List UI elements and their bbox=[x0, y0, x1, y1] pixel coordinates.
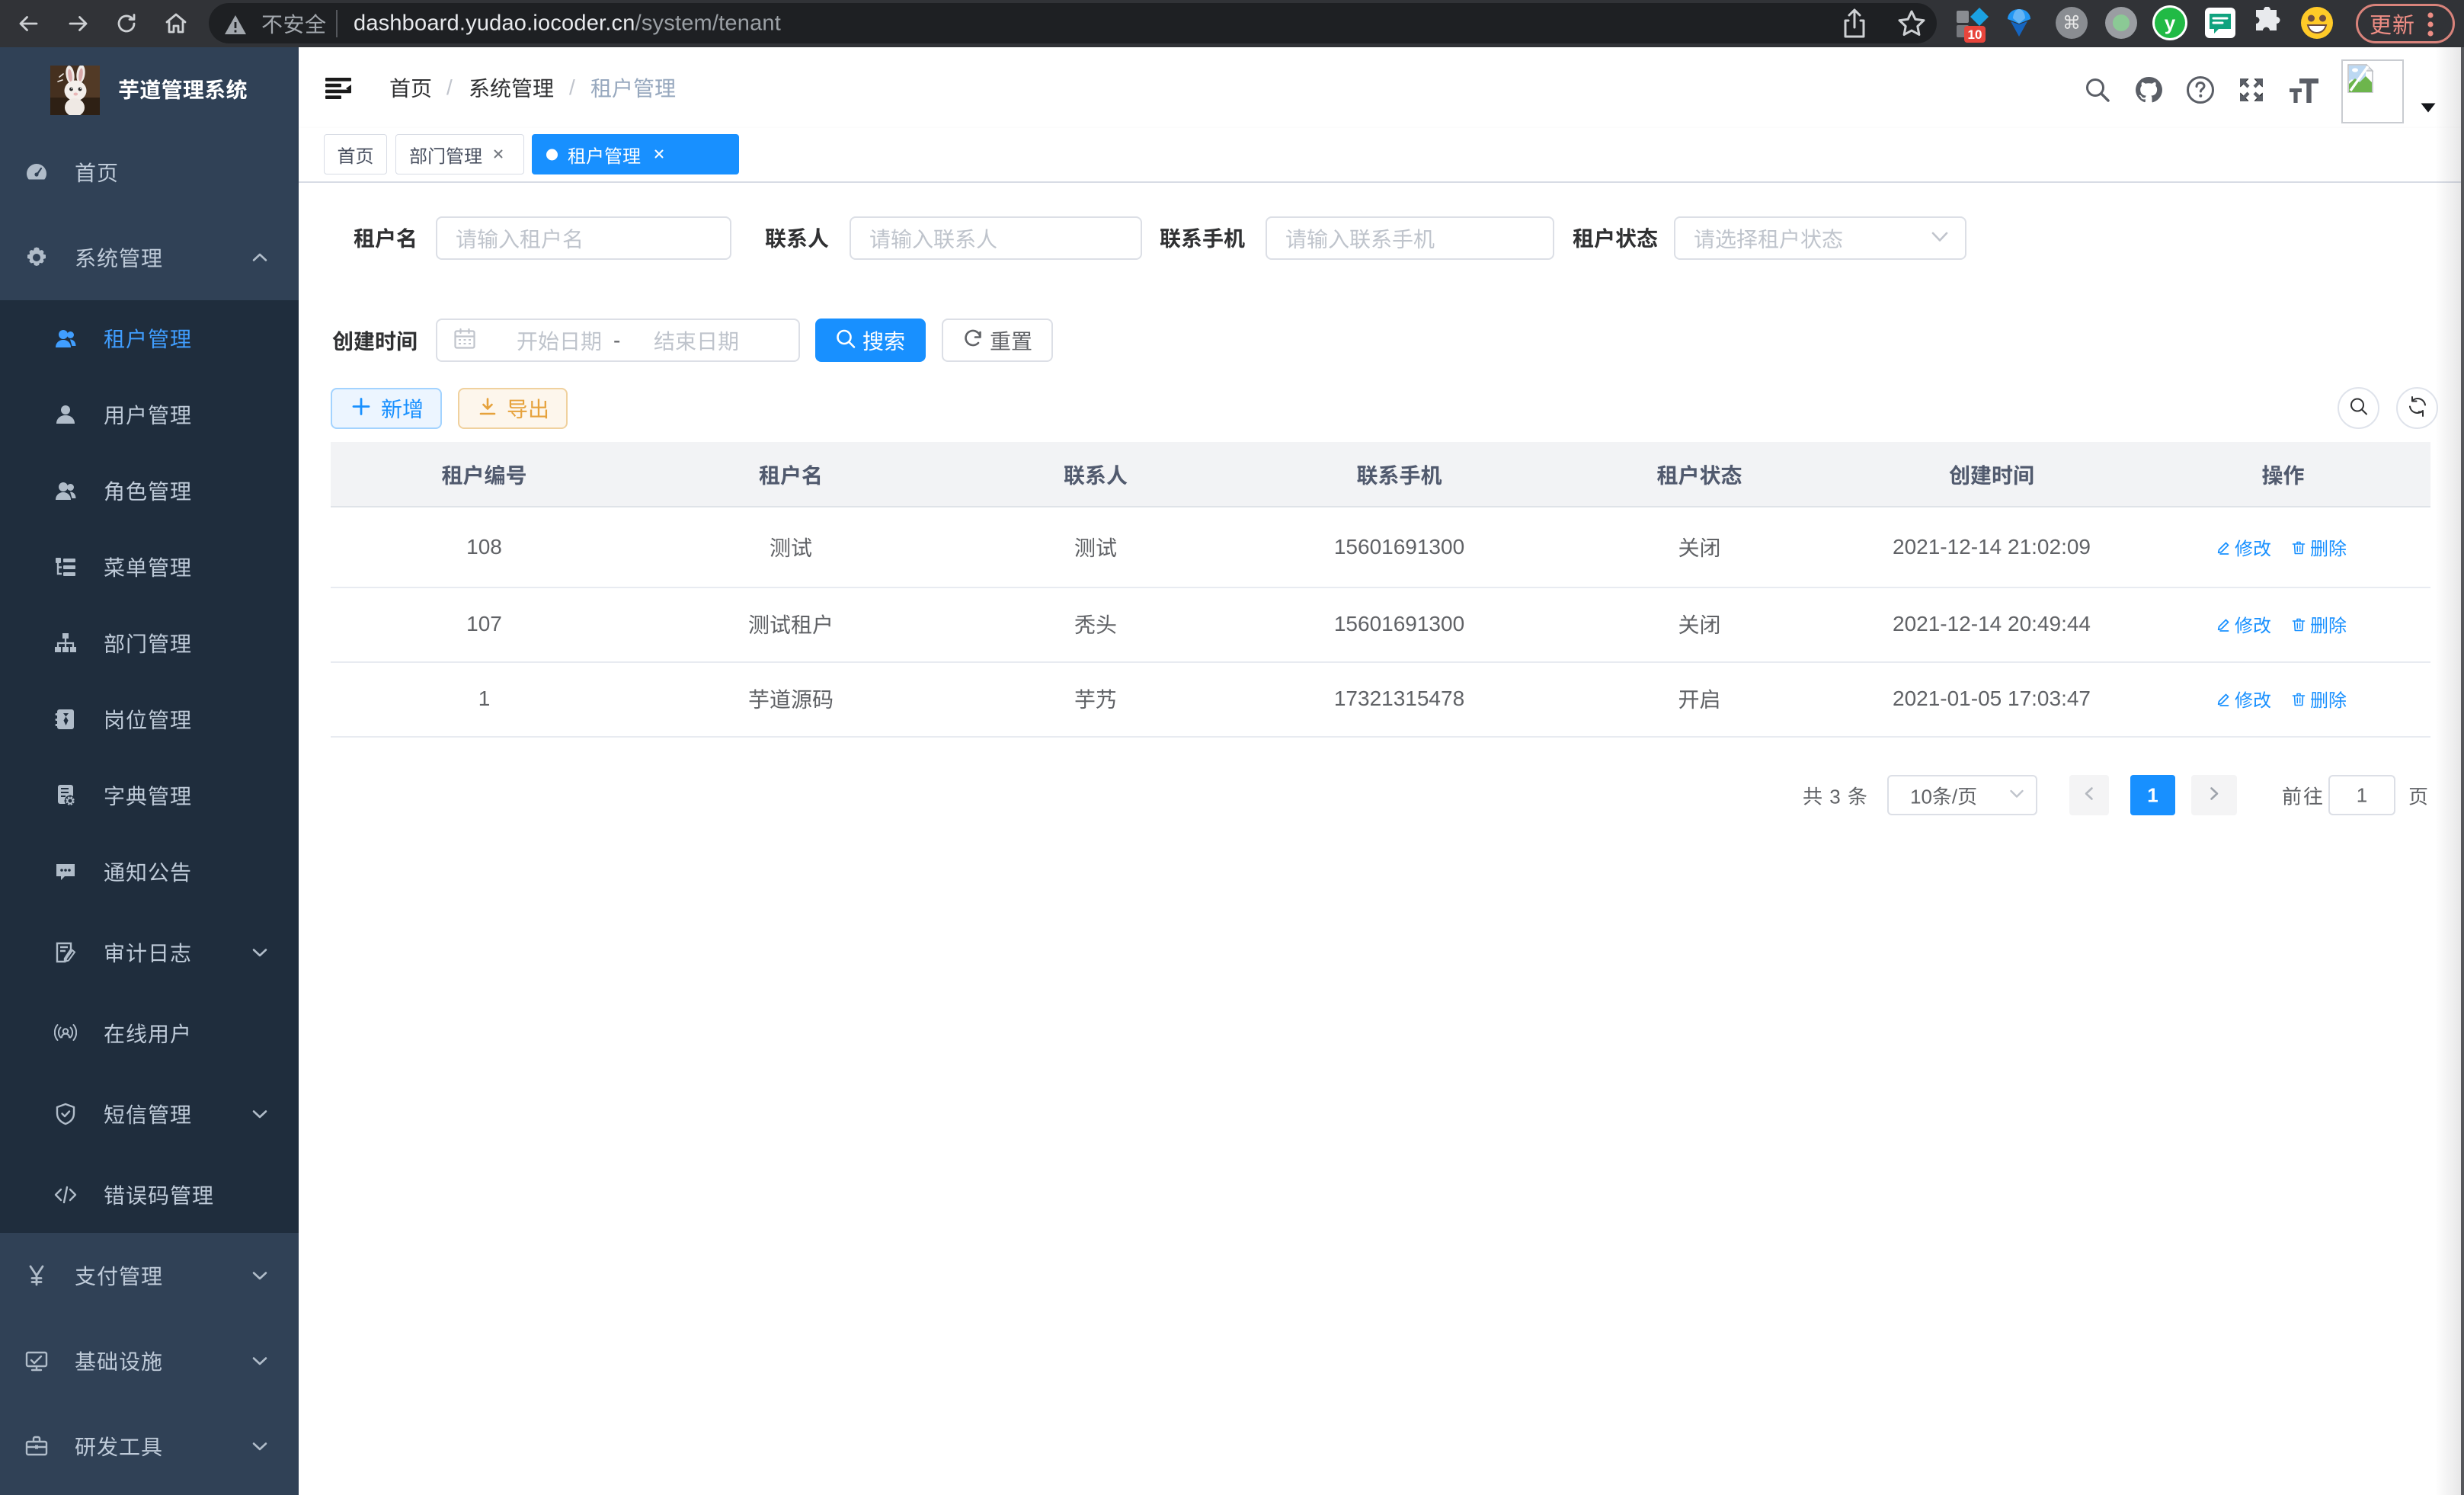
svg-text:y: y bbox=[2165, 11, 2176, 34]
svg-text:⌘: ⌘ bbox=[2062, 13, 2081, 34]
svg-text:10: 10 bbox=[1968, 27, 1982, 42]
